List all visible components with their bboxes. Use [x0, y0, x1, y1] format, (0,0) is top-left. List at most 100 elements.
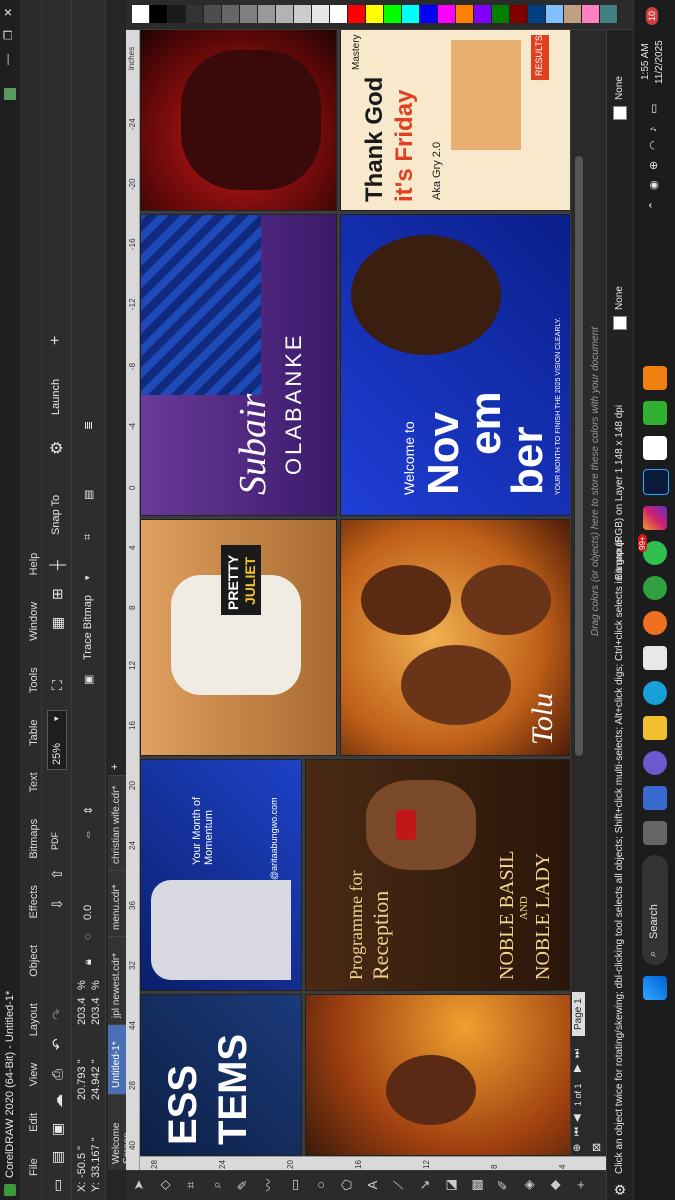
poster-red-crowd[interactable]	[140, 30, 337, 211]
restore-icon[interactable]: ❐	[2, 30, 15, 40]
color-swatch[interactable]	[204, 5, 222, 23]
shape-tool-icon[interactable]: ◇	[152, 1170, 178, 1200]
poster-tgif[interactable]: Thank God it's Friday Aka Gry 2.0 Master…	[340, 30, 570, 211]
color-swatch[interactable]	[600, 5, 618, 23]
color-swatch[interactable]	[294, 5, 312, 23]
widgets-icon[interactable]	[643, 786, 667, 810]
color-swatch[interactable]	[456, 5, 474, 23]
minimize-icon[interactable]: —	[2, 54, 14, 65]
grid-icon[interactable]: ⊞	[49, 588, 66, 600]
store-icon[interactable]	[643, 646, 667, 670]
tab-jpl-newest[interactable]: jpl newest.cdr*	[108, 936, 126, 1024]
guides-icon[interactable]: ┼	[49, 560, 65, 570]
first-page-icon[interactable]: ⏮	[572, 1127, 583, 1136]
crop-icon[interactable]: ⌗	[82, 534, 95, 540]
chevron-down-icon[interactable]: ▾	[82, 575, 93, 580]
wrap-text-icon[interactable]: ≣	[82, 421, 95, 430]
lock-ratio-icon[interactable]: 🔒︎	[82, 959, 95, 965]
height-field[interactable]: 24.942 "	[90, 1059, 102, 1100]
battery-icon[interactable]: ▭	[647, 104, 660, 114]
zoom-level-select[interactable]: 25% ▾	[47, 710, 67, 770]
chat-icon[interactable]	[643, 751, 667, 775]
text-tool-icon[interactable]: A	[360, 1170, 386, 1200]
eyedropper-icon[interactable]: ✐	[490, 1170, 516, 1200]
add-toolbar-icon[interactable]: +	[47, 336, 65, 345]
connector-tool-icon[interactable]: ↘	[412, 1170, 438, 1200]
file-explorer-icon[interactable]	[643, 716, 667, 740]
color-swatch[interactable]	[366, 5, 384, 23]
launch-label[interactable]: Launch	[50, 379, 62, 415]
color-swatch[interactable]	[132, 5, 150, 23]
color-swatch[interactable]	[348, 5, 366, 23]
language-icon[interactable]: ⊕	[647, 161, 660, 170]
coreldraw-app-icon[interactable]	[643, 401, 667, 425]
menu-window[interactable]: Window	[28, 602, 40, 641]
volume-icon[interactable]: ♪	[647, 127, 659, 133]
new-document-icon[interactable]: ▭	[49, 1179, 66, 1192]
add-page-icon[interactable]: ⊕	[572, 1144, 583, 1152]
instagram-icon[interactable]	[643, 506, 667, 530]
none-swatch-icon[interactable]: ⊠	[590, 1143, 603, 1152]
last-page-icon[interactable]: ⏭	[572, 1049, 583, 1058]
firefox-icon[interactable]	[643, 611, 667, 635]
poster-three-ladies[interactable]: Tolu	[340, 519, 570, 756]
clock-date[interactable]: 11/2/2025	[654, 40, 665, 84]
export-icon[interactable]: ⇧	[49, 868, 66, 880]
color-swatch[interactable]	[528, 5, 546, 23]
color-swatch[interactable]	[402, 5, 420, 23]
horizontal-scrollbar[interactable]	[575, 156, 583, 756]
width-field[interactable]: 20.793 "	[76, 1059, 88, 1100]
notification-badge[interactable]: 10	[646, 6, 658, 25]
trace-bitmap-button[interactable]: Trace Bitmap	[82, 595, 94, 660]
tab-welcome-screen[interactable]: Welcome Screen	[108, 1094, 133, 1170]
color-swatch[interactable]	[546, 5, 564, 23]
corel-icon[interactable]	[643, 436, 667, 460]
outline-swatch-icon[interactable]	[613, 106, 627, 120]
menu-view[interactable]: View	[28, 1063, 40, 1087]
menu-help[interactable]: Help	[28, 553, 40, 576]
poster-subair-olabanke[interactable]: Subair OLABANKE	[140, 214, 337, 516]
polygon-tool-icon[interactable]: ⬠	[334, 1170, 360, 1200]
crop-tool-icon[interactable]: ⌗	[178, 1170, 204, 1200]
mirror-vertical-icon[interactable]: ⇕	[82, 806, 95, 815]
scale-x-field[interactable]: 203.4	[76, 997, 88, 1025]
color-swatch[interactable]	[474, 5, 492, 23]
color-swatch[interactable]	[420, 5, 438, 23]
drawing-canvas[interactable]: ESS TEMS Programme for Reception NOBLE B…	[140, 30, 570, 1156]
menu-text[interactable]: Text	[28, 772, 40, 792]
bitmap-options-icon[interactable]: ▤	[82, 490, 95, 500]
settings-gear-icon[interactable]: ⚙	[612, 1183, 629, 1196]
photoshop-icon[interactable]	[643, 469, 669, 495]
interactive-fill-icon[interactable]: ◈	[516, 1170, 542, 1200]
color-swatch[interactable]	[168, 5, 186, 23]
menu-object[interactable]: Object	[28, 945, 40, 977]
color-swatch[interactable]	[240, 5, 258, 23]
redo-icon[interactable]: ↷	[49, 1008, 66, 1020]
close-icon[interactable]: ✕	[2, 8, 15, 17]
tray-chevron-icon[interactable]: ⌃	[647, 201, 660, 210]
add-tab-icon[interactable]: +	[109, 764, 121, 770]
poster-woman-warm[interactable]: ESS TEMS	[140, 994, 302, 1156]
color-swatch[interactable]	[582, 5, 600, 23]
clock-time[interactable]: 1:55 AM	[640, 43, 651, 80]
rectangle-tool-icon[interactable]: ▭	[282, 1170, 308, 1200]
x-position-field[interactable]: -50.5 "	[76, 1146, 88, 1178]
color-swatch[interactable]	[492, 5, 510, 23]
tab-menu[interactable]: menu.cdr*	[108, 870, 126, 936]
tab-christian-wife[interactable]: christian wife.cdr*	[108, 775, 126, 870]
chrome-icon[interactable]	[643, 576, 667, 600]
menu-effects[interactable]: Effects	[28, 885, 40, 918]
color-swatch[interactable]	[564, 5, 582, 23]
cloud-icon[interactable]: ☁	[49, 1094, 66, 1108]
edit-bitmap-icon[interactable]: ▣	[82, 675, 95, 685]
color-swatch[interactable]	[330, 5, 348, 23]
previous-page-icon[interactable]: ◀	[572, 1114, 583, 1122]
rotation-angle-field[interactable]: 0.0	[82, 905, 94, 920]
settings-gear-icon[interactable]: ⚙	[47, 441, 67, 455]
page-tab[interactable]: Page 1	[572, 992, 585, 1036]
poster-pretty-juliet[interactable]: PRETTY JULIET	[140, 519, 337, 756]
next-page-icon[interactable]: ▶	[572, 1064, 583, 1072]
color-swatch[interactable]	[222, 5, 240, 23]
save-icon[interactable]: ▣	[49, 1123, 66, 1136]
transparency-tool-icon[interactable]: ▩	[464, 1170, 490, 1200]
